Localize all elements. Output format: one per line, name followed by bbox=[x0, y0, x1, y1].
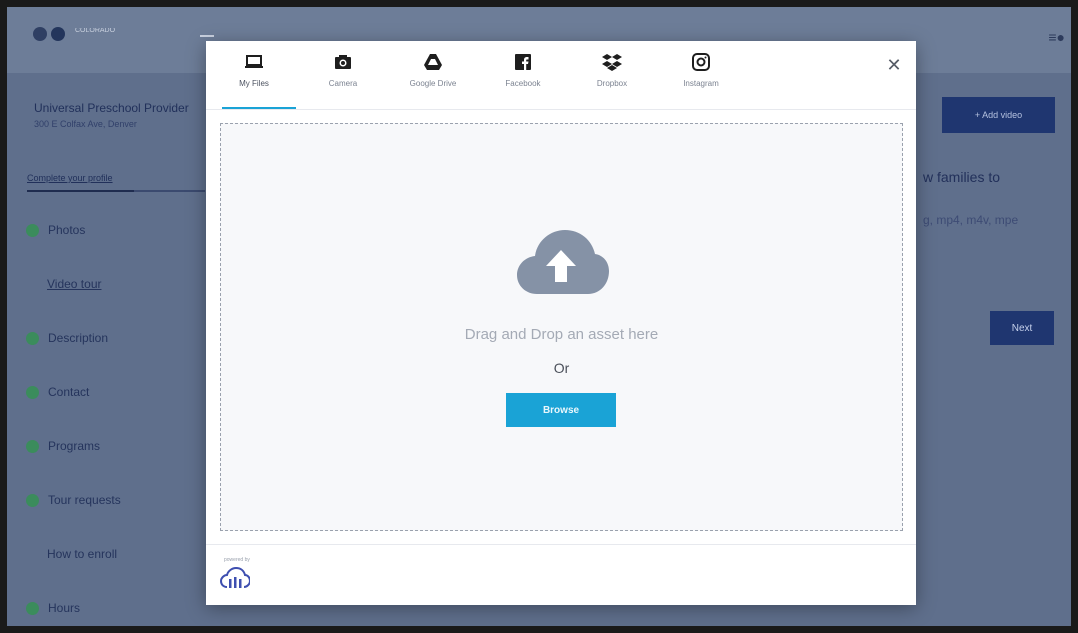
avatar-icon[interactable]: ● bbox=[1057, 29, 1065, 45]
logo-mark-icon bbox=[33, 27, 47, 41]
upload-modal: My Files Camera Google Drive Facebook Dr… bbox=[206, 41, 916, 605]
add-video-button[interactable]: + Add video bbox=[942, 97, 1055, 133]
check-icon bbox=[26, 331, 39, 345]
tab-camera[interactable]: Camera bbox=[303, 51, 383, 109]
profile-progress-bar bbox=[27, 190, 205, 192]
check-icon bbox=[26, 601, 39, 615]
cloud-upload-icon bbox=[517, 230, 609, 294]
camera-icon bbox=[335, 55, 351, 69]
tab-label: Dropbox bbox=[596, 79, 628, 88]
menu-icon[interactable]: ≡ bbox=[1048, 29, 1056, 45]
laptop-icon bbox=[245, 55, 263, 68]
google-drive-icon bbox=[424, 54, 442, 70]
sidebar-item-label: Programs bbox=[48, 439, 101, 453]
check-icon bbox=[26, 223, 39, 237]
school-address: 300 E Colfax Ave, Denver bbox=[34, 119, 137, 129]
sidebar-item-hours[interactable]: Hours bbox=[26, 601, 80, 615]
check-icon bbox=[26, 385, 39, 399]
check-icon bbox=[26, 439, 39, 453]
modal-footer: powered by bbox=[206, 544, 916, 605]
sidebar-item-contact[interactable]: Contact bbox=[26, 385, 89, 399]
drop-instructions: Drag and Drop an asset here bbox=[464, 326, 659, 343]
sidebar-item-label: Video tour bbox=[47, 277, 102, 291]
or-separator: Or bbox=[553, 360, 570, 376]
tab-dropbox[interactable]: Dropbox bbox=[572, 51, 652, 109]
browse-button[interactable]: Browse bbox=[506, 393, 616, 427]
section-heading: w families to bbox=[923, 169, 1001, 185]
next-button[interactable]: Next bbox=[990, 311, 1054, 345]
source-tabs: My Files Camera Google Drive Facebook Dr… bbox=[206, 41, 916, 110]
school-name: Universal Preschool Provider bbox=[34, 101, 189, 115]
logo-text: COLORADO bbox=[75, 28, 116, 34]
sidebar-item-how-to-enroll[interactable]: How to enroll bbox=[47, 547, 117, 561]
sidebar-item-label: Description bbox=[48, 331, 109, 345]
check-icon bbox=[26, 493, 39, 507]
tab-label: Google Drive bbox=[409, 79, 457, 88]
profile-progress-fill bbox=[27, 190, 134, 192]
header-icons[interactable]: ≡● bbox=[1048, 29, 1065, 45]
tab-my-files[interactable]: My Files bbox=[214, 51, 296, 109]
sidebar-item-label: Hours bbox=[48, 601, 81, 615]
app-window: COLORADO ≡● Universal Preschool Provider… bbox=[7, 7, 1071, 626]
tab-label: Instagram bbox=[683, 79, 719, 88]
sidebar-item-description[interactable]: Description bbox=[26, 331, 108, 345]
tab-instagram[interactable]: Instagram bbox=[661, 51, 741, 109]
main-content-right: + Add video w families to g, mp4, m4v, m… bbox=[919, 73, 1071, 626]
sidebar-item-tour-requests[interactable]: Tour requests bbox=[26, 493, 121, 507]
powered-by-label: powered by bbox=[224, 557, 250, 563]
sidebar-item-label: Photos bbox=[48, 223, 86, 237]
sidebar-item-photos[interactable]: Photos bbox=[26, 223, 85, 237]
sidebar-item-label: Tour requests bbox=[48, 493, 121, 507]
sidebar-item-video-tour[interactable]: Video tour bbox=[47, 277, 102, 291]
sidebar: Universal Preschool Provider 300 E Colfa… bbox=[7, 73, 205, 626]
sidebar-item-programs[interactable]: Programs bbox=[26, 439, 100, 453]
drop-zone[interactable]: Drag and Drop an asset here Or Browse bbox=[220, 123, 903, 531]
nav-stub bbox=[200, 35, 214, 37]
complete-profile-link[interactable]: Complete your profile bbox=[27, 173, 113, 183]
tab-label: Camera bbox=[328, 79, 358, 88]
logo-mark-icon-2 bbox=[51, 27, 65, 41]
cloudinary-logo-icon[interactable] bbox=[220, 567, 250, 589]
close-icon[interactable]: ✕ bbox=[882, 53, 906, 77]
sidebar-item-label: Contact bbox=[48, 385, 90, 399]
tab-facebook[interactable]: Facebook bbox=[483, 51, 563, 109]
dropbox-icon bbox=[602, 54, 622, 71]
tab-google-drive[interactable]: Google Drive bbox=[393, 51, 473, 109]
brand-logo[interactable]: COLORADO bbox=[33, 27, 137, 41]
facebook-icon bbox=[515, 54, 531, 70]
section-subtext: g, mp4, m4v, mpe bbox=[923, 213, 1019, 227]
instagram-icon bbox=[692, 53, 710, 71]
sidebar-item-label: How to enroll bbox=[47, 547, 118, 561]
tab-label: Facebook bbox=[505, 79, 541, 88]
tab-label: My Files bbox=[239, 79, 269, 88]
